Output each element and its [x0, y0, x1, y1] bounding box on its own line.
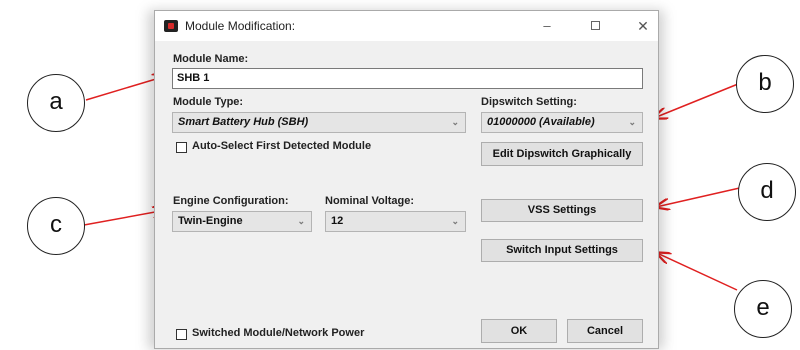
nominal-voltage-value: 12 — [331, 215, 344, 227]
ok-button[interactable]: OK — [481, 319, 557, 343]
nominal-voltage-select[interactable]: 12 ⌄ — [325, 211, 466, 232]
maximize-icon — [590, 21, 600, 30]
chevron-down-icon: ⌄ — [451, 216, 459, 226]
module-type-select[interactable]: Smart Battery Hub (SBH) ⌄ — [172, 112, 466, 133]
cancel-button[interactable]: Cancel — [567, 319, 643, 343]
module-name-input[interactable]: SHB 1 — [172, 68, 643, 89]
vss-settings-button[interactable]: VSS Settings — [481, 199, 643, 222]
engine-config-label: Engine Configuration: — [173, 195, 289, 207]
switched-power-label: Switched Module/Network Power — [192, 327, 365, 339]
module-name-label: Module Name: — [173, 53, 249, 65]
engine-config-select[interactable]: Twin-Engine ⌄ — [172, 211, 312, 232]
close-button[interactable]: ✕ — [633, 16, 653, 36]
callout-a: a — [27, 74, 85, 132]
window-title: Module Modification: — [185, 19, 296, 33]
module-type-value: Smart Battery Hub (SBH) — [178, 116, 309, 128]
auto-select-label: Auto-Select First Detected Module — [192, 140, 372, 152]
arrow-b — [654, 83, 739, 118]
chevron-down-icon: ⌄ — [451, 117, 459, 127]
chevron-down-icon: ⌄ — [297, 216, 305, 226]
auto-select-checkbox[interactable] — [176, 142, 187, 153]
app-icon — [164, 20, 178, 32]
callout-e: e — [734, 280, 792, 338]
arrow-d — [656, 186, 745, 207]
dipswitch-select[interactable]: 01000000 (Available) ⌄ — [481, 112, 643, 133]
callout-d: d — [738, 163, 796, 221]
title-bar[interactable]: Module Modification: – ✕ — [155, 11, 658, 41]
arrow-e — [657, 253, 738, 291]
edit-dipswitch-button[interactable]: Edit Dipswitch Graphically — [481, 142, 643, 166]
module-type-label: Module Type: — [173, 96, 244, 108]
engine-config-value: Twin-Engine — [178, 215, 243, 227]
dipswitch-value: 01000000 (Available) — [487, 116, 595, 128]
nominal-voltage-label: Nominal Voltage: — [325, 195, 415, 207]
dipswitch-label: Dipswitch Setting: — [481, 96, 577, 108]
chevron-down-icon: ⌄ — [628, 117, 636, 127]
minimize-button[interactable]: – — [537, 16, 557, 36]
callout-c: c — [27, 197, 85, 255]
module-modification-dialog: Module Modification: – ✕ Module Name: SH… — [154, 10, 659, 349]
callout-b: b — [736, 55, 794, 113]
switched-power-checkbox[interactable] — [176, 329, 187, 340]
switch-input-settings-button[interactable]: Switch Input Settings — [481, 239, 643, 262]
maximize-button[interactable] — [585, 16, 605, 36]
